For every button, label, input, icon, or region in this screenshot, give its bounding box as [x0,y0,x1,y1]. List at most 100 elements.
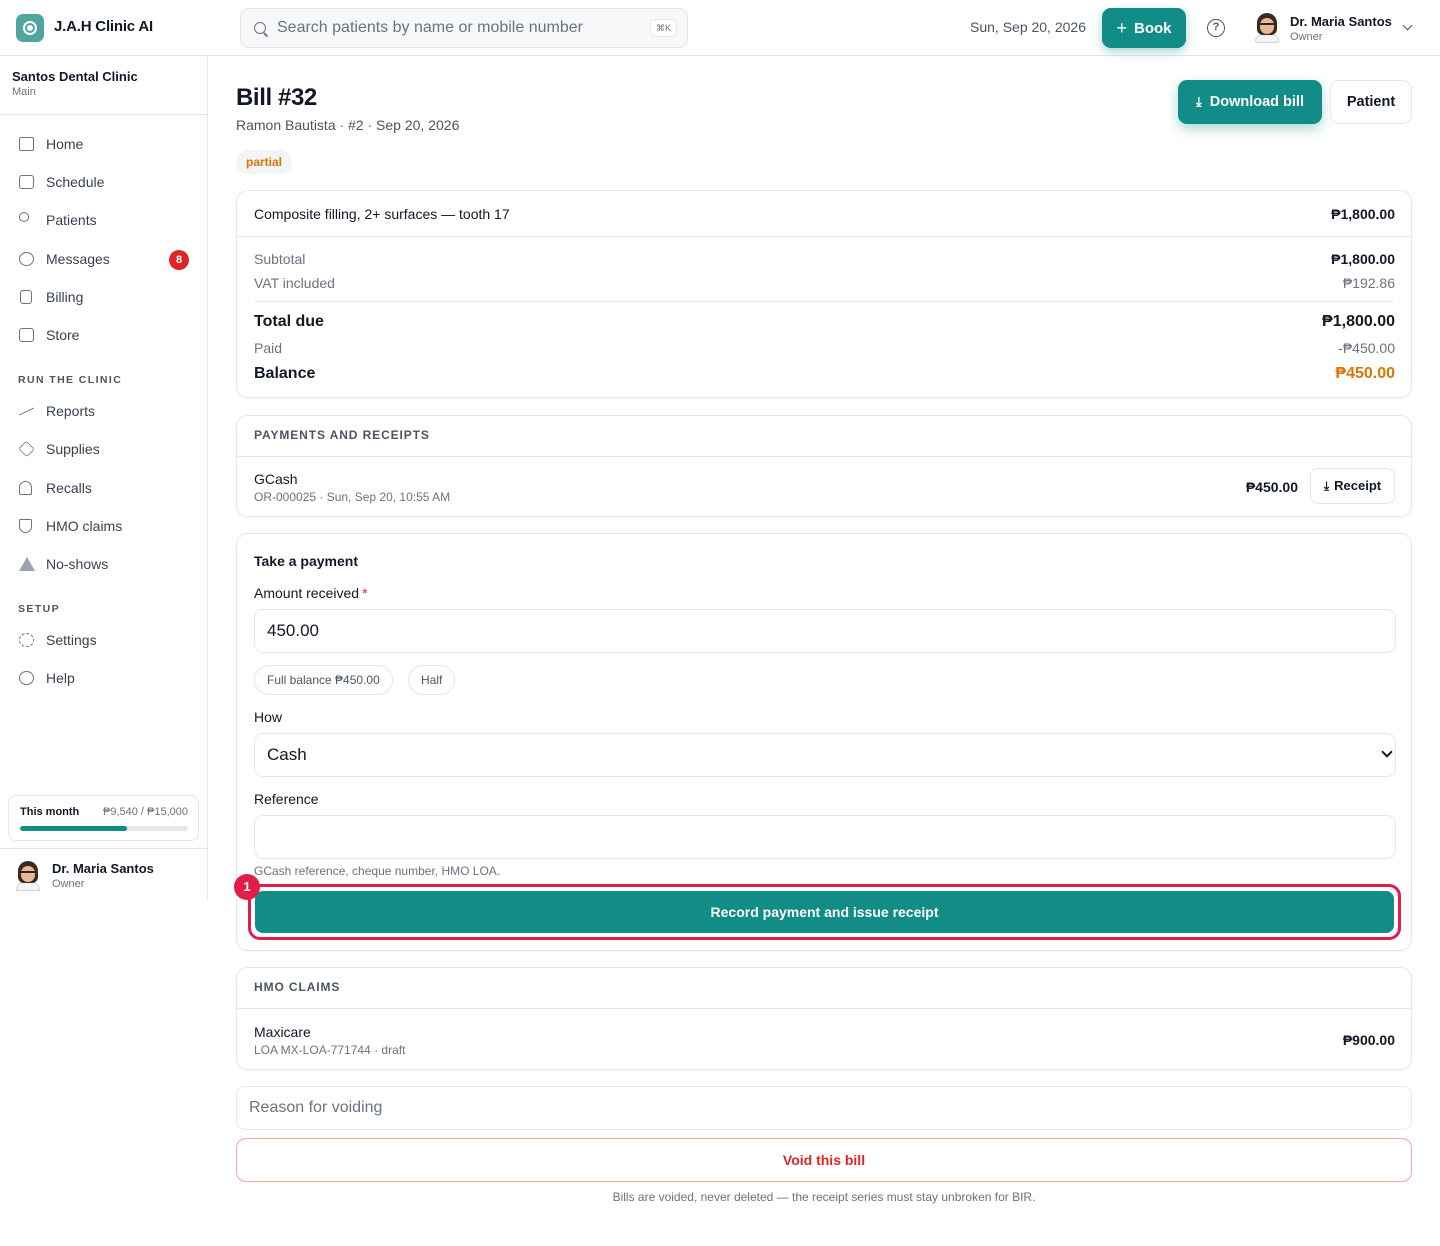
calendar-icon [19,175,34,189]
app-logo-icon[interactable] [16,14,44,42]
patient-button[interactable]: Patient [1330,80,1412,124]
sidebar-item-hmo-claims[interactable]: HMO claims [8,509,200,543]
sidebar-item-label: Help [46,670,75,686]
reference-hint: GCash reference, cheque number, HMO LOA. [254,864,501,878]
sidebar-item-help[interactable]: Help [8,661,200,695]
sidebar-item-label: Supplies [46,441,100,457]
step-badge: 1 [234,874,260,900]
gear-icon [19,633,34,647]
bill-subtitle: Ramon Bautista · #2 · Sep 20, 2026 [236,117,460,133]
sidebar-item-home[interactable]: Home [8,127,200,161]
sidebar-item-no-shows[interactable]: No-shows [8,547,200,581]
user-role: Owner [1290,31,1323,43]
download-bill-button[interactable]: ⤓ Download bill [1178,80,1322,124]
trending-up-icon [19,400,34,416]
section-title: PAYMENTS AND RECEIPTS [254,428,430,442]
monthly-usage-card: This month ₱9,540 / ₱15,000 [8,795,199,841]
paid-label: Paid [254,340,283,356]
sidebar-user[interactable]: Dr. Maria Santos Owner [0,848,207,900]
receipt-icon [20,290,32,304]
usage-label: This month [20,806,80,818]
search-shortcut-badge: ⌘K [649,19,677,37]
user-name: Dr. Maria Santos [52,861,154,876]
hmo-provider: Maxicare [254,1024,311,1040]
clinic-switcher[interactable]: Santos Dental Clinic Main [0,56,207,115]
subtotal-value: ₱1,800.00 [1331,251,1395,267]
sidebar-item-label: Home [46,136,84,152]
sidebar-item-supplies[interactable]: Supplies [8,432,200,466]
hmo-detail: LOA MX-LOA-771744 · draft [254,1043,406,1057]
book-button[interactable]: + Book [1102,8,1186,48]
sidebar-item-messages[interactable]: Messages 8 [8,242,200,276]
clinic-branch: Main [12,86,36,98]
chevron-down-icon[interactable] [1402,20,1413,31]
void-bill-button[interactable]: Void this bill [236,1138,1412,1182]
sidebar-item-label: Settings [46,632,97,648]
sidebar-item-label: No-shows [46,556,109,572]
sidebar-item-label: Messages [46,251,110,267]
sidebar-item-label: Billing [46,289,84,305]
sidebar-item-billing[interactable]: Billing [8,280,200,314]
unread-count-badge: 8 [169,250,189,270]
shopping-bag-icon [19,328,34,342]
payment-method: GCash [254,471,298,487]
sidebar-item-label: Patients [46,212,97,228]
sidebar-item-label: Reports [46,403,96,419]
amount-label: Amount received * [254,585,368,601]
package-icon [18,440,35,458]
sidebar-item-label: Recalls [46,480,92,496]
message-icon [19,252,34,266]
sidebar-item-label: Schedule [46,174,105,190]
shield-icon [19,519,32,533]
vat-value: ₱192.86 [1342,275,1395,291]
plus-icon: + [1116,17,1127,38]
reference-input[interactable] [254,815,1396,859]
sidebar-item-schedule[interactable]: Schedule [8,165,200,199]
home-icon [19,137,34,151]
download-icon: ⤓ [1323,479,1330,493]
balance-value: ₱450.00 [1335,365,1395,382]
line-item-amount: ₱1,800.00 [1331,206,1395,222]
status-badge: partial [236,150,293,174]
sidebar-item-settings[interactable]: Settings [8,623,200,657]
search-box[interactable]: ⌘K [240,8,688,48]
sidebar-item-label: Store [46,327,80,343]
app-title: J.A.H Clinic AI [54,18,153,35]
highlight-frame: Record payment and issue receipt [248,884,1401,940]
page-title: Bill #32 [236,84,317,111]
clinic-name: Santos Dental Clinic [12,69,138,84]
usage-progress-bar [20,826,188,831]
vat-label: VAT included [254,275,335,291]
sidebar-item-recalls[interactable]: Recalls [8,471,200,505]
bill-summary-card: Composite filling, 2+ surfaces — tooth 1… [236,190,1412,398]
search-input[interactable] [277,9,647,47]
balance-label: Balance [254,365,316,382]
amount-input[interactable] [254,609,1396,653]
subtotal-label: Subtotal [254,251,306,267]
sidebar-item-reports[interactable]: Reports [8,394,200,428]
payment-detail: OR-000025 · Sun, Sep 20, 10:55 AM [254,490,451,504]
sidebar-item-patients[interactable]: Patients [8,203,200,237]
full-balance-chip[interactable]: Full balance ₱450.00 [254,665,393,695]
section-title: HMO CLAIMS [254,980,341,994]
how-label: How [254,709,283,725]
total-due-value: ₱1,800.00 [1322,313,1395,330]
current-date: Sun, Sep 20, 2026 [970,19,1086,35]
half-chip[interactable]: Half [408,665,456,695]
record-payment-button[interactable]: Record payment and issue receipt [255,891,1394,933]
sidebar-item-store[interactable]: Store [8,318,200,352]
help-icon[interactable]: ? [1207,19,1225,37]
avatar[interactable] [1255,13,1279,43]
payments-card: PAYMENTS AND RECEIPTS GCash OR-000025 · … [236,415,1412,517]
hmo-amount: ₱900.00 [1342,1032,1395,1048]
search-icon [254,22,266,34]
download-receipt-button[interactable]: ⤓ Receipt [1310,468,1395,504]
total-due-label: Total due [254,313,324,330]
user-name[interactable]: Dr. Maria Santos [1290,14,1392,29]
top-bar: J.A.H Clinic AI ⌘K Sun, Sep 20, 2026 +Bo… [0,0,1440,56]
user-role: Owner [52,878,85,890]
void-reason-input[interactable] [236,1086,1412,1130]
payment-method-select[interactable]: Cash [254,733,1396,777]
bell-icon [19,481,32,495]
nav-section-setup: SETUP [18,603,61,615]
